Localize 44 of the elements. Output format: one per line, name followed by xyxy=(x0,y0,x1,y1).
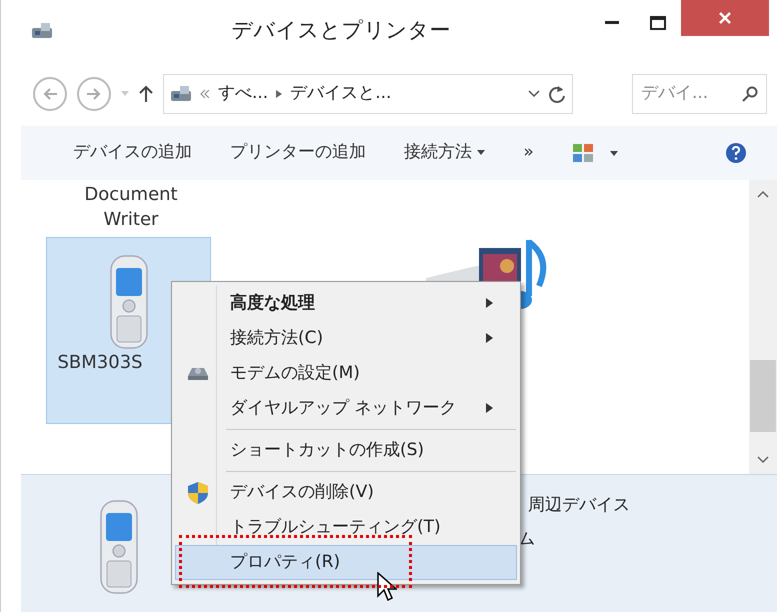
breadcrumb[interactable]: すべ... xyxy=(218,81,268,107)
help-icon xyxy=(725,142,747,164)
search-placeholder: デバイ... xyxy=(641,82,708,106)
caret-icon xyxy=(610,150,618,156)
back-arrow-icon xyxy=(42,87,58,101)
search-icon xyxy=(742,86,758,102)
menu-item[interactable]: ショートカットの作成(S) xyxy=(175,433,517,475)
view-button[interactable] xyxy=(572,143,618,163)
chevrons-icon xyxy=(200,90,210,98)
toolbar-button[interactable]: プリンターの追加 xyxy=(230,140,366,166)
menu-item[interactable]: プロパティ(R) xyxy=(175,545,517,580)
window-title: デバイスとプリンター xyxy=(230,17,452,44)
up-arrow-icon[interactable] xyxy=(139,85,153,103)
search-field[interactable]: デバイ... xyxy=(632,74,767,114)
address-field[interactable]: すべ... デバイスと... xyxy=(163,74,573,114)
devices-icon xyxy=(170,85,192,103)
menu-item[interactable]: デバイスの削除(V) xyxy=(175,475,517,510)
details-text: 周辺デバイス xyxy=(528,494,630,517)
maximize-icon xyxy=(650,16,666,30)
submenu-arrow-icon xyxy=(486,298,493,308)
scroll-down-icon[interactable] xyxy=(757,456,769,464)
submenu-arrow-icon xyxy=(486,403,493,414)
device-label: SBM303S xyxy=(58,351,144,375)
caret-icon xyxy=(477,150,486,156)
toolbar-button[interactable]: 接続方法 xyxy=(404,140,486,166)
more-button[interactable]: » xyxy=(523,140,534,166)
view-options-icon xyxy=(572,143,594,163)
scrollbar-thumb[interactable] xyxy=(750,360,776,432)
dropdown-chevron-icon[interactable] xyxy=(528,90,540,98)
menu-item[interactable]: トラブルシューティング(T) xyxy=(175,510,517,545)
breadcrumb[interactable]: デバイスと... xyxy=(290,81,392,107)
device-label[interactable]: Document Writer xyxy=(71,182,191,232)
help-button[interactable] xyxy=(725,140,747,166)
shield-icon xyxy=(186,480,210,504)
submenu-arrow-icon xyxy=(486,333,493,344)
close-icon xyxy=(718,11,732,25)
minimize-icon xyxy=(605,21,619,25)
refresh-icon[interactable] xyxy=(548,84,566,104)
cursor-icon xyxy=(377,572,397,602)
breadcrumb-arrow-icon xyxy=(276,90,282,98)
forward-arrow-icon xyxy=(86,87,102,101)
devices-icon xyxy=(31,22,53,40)
toolbar-button[interactable]: デバイスの追加 xyxy=(73,140,192,166)
scroll-up-icon[interactable] xyxy=(757,190,769,198)
